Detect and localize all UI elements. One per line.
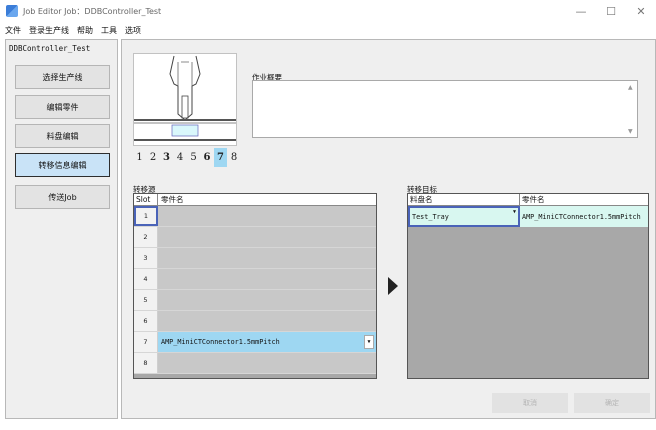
transfer-info-edit-button[interactable]: 转移信息编辑 <box>15 153 110 177</box>
slot-cell[interactable]: 3 <box>134 248 158 268</box>
transfer-arrow-icon <box>388 277 398 295</box>
dropdown-arrow-icon[interactable]: ▼ <box>513 209 516 215</box>
slot-tab-3[interactable]: 3 <box>160 148 173 167</box>
part-name-text: AMP_MiniCTConnector1.5mmPitch <box>161 338 280 346</box>
table-row[interactable]: 8 <box>134 353 376 374</box>
menu-file[interactable]: 文件 <box>5 25 21 36</box>
tray-edit-button[interactable]: 料盘编辑 <box>15 124 110 148</box>
app-icon <box>6 5 18 17</box>
send-job-button[interactable]: 传送Job <box>15 185 110 209</box>
source-table: Slot 零件名 1 2 3 4 5 6 7 AMP_MiniCTConnect… <box>133 193 377 379</box>
part-cell[interactable] <box>158 248 376 268</box>
slot-tab-1[interactable]: 1 <box>133 148 146 167</box>
slot-cell[interactable]: 2 <box>134 227 158 247</box>
table-row[interactable]: 6 <box>134 311 376 332</box>
menu-login-line[interactable]: 登录生产线 <box>29 25 69 36</box>
title-bar: Job Editor Job：DDBController_Test — ☐ ✕ <box>0 0 656 22</box>
part-cell[interactable] <box>158 227 376 247</box>
window-controls: — ☐ ✕ <box>566 0 656 22</box>
maximize-button[interactable]: ☐ <box>596 0 626 22</box>
scroll-up-icon[interactable]: ▲ <box>628 84 652 91</box>
minimize-button[interactable]: — <box>566 0 596 22</box>
table-row[interactable]: 3 <box>134 248 376 269</box>
part-cell[interactable] <box>158 269 376 289</box>
target-table: 料盘名 零件名 Test_Tray ▼ AMP_MiniCTConnector1… <box>407 193 649 379</box>
part-cell[interactable] <box>158 353 376 373</box>
part-cell[interactable] <box>158 206 376 226</box>
target-table-header: 料盘名 零件名 <box>408 194 648 206</box>
feeder-preview <box>133 53 237 146</box>
job-summary-textarea[interactable] <box>252 80 638 138</box>
slot-cell[interactable]: 4 <box>134 269 158 289</box>
select-line-button[interactable]: 选择生产线 <box>15 65 110 89</box>
status-bar <box>0 421 656 430</box>
slot-tab-2[interactable]: 2 <box>147 148 160 167</box>
table-row-selected[interactable]: 7 AMP_MiniCTConnector1.5mmPitch ▼ <box>134 332 376 353</box>
tray-name-text: Test_Tray <box>412 212 449 221</box>
menu-options[interactable]: 选项 <box>125 25 141 36</box>
confirm-button[interactable]: 确定 <box>574 393 650 413</box>
window-title: Job Editor Job：DDBController_Test <box>23 6 162 16</box>
slot-cell[interactable]: 5 <box>134 290 158 310</box>
sidebar: DDBController_Test 选择生产线 编辑零件 料盘编辑 转移信息编… <box>5 39 118 419</box>
edit-parts-button[interactable]: 编辑零件 <box>15 95 110 119</box>
slot-selector: 1 2 3 4 5 6 7 8 <box>133 147 241 168</box>
slot-cell[interactable]: 1 <box>134 206 158 226</box>
slot-tab-8[interactable]: 8 <box>228 148 241 167</box>
tray-cell-dropdown[interactable]: Test_Tray ▼ <box>408 206 520 227</box>
header-tray-name: 料盘名 <box>408 194 520 205</box>
main-panel: 1 2 3 4 5 6 7 8 作业概要 ▲ ▼ 转移源 转移目标 Slot 零… <box>121 39 656 419</box>
feeder-diagram-icon <box>134 55 236 141</box>
slot-cell[interactable]: 8 <box>134 353 158 373</box>
slot-cell[interactable]: 7 <box>134 332 158 352</box>
cancel-button[interactable]: 取消 <box>492 393 568 413</box>
header-part-name: 零件名 <box>522 195 545 204</box>
scroll-down-icon[interactable]: ▼ <box>628 128 652 135</box>
slot-tab-6[interactable]: 6 <box>201 148 214 167</box>
table-row[interactable]: 1 <box>134 206 376 227</box>
slot-tab-5[interactable]: 5 <box>187 148 200 167</box>
part-cell[interactable] <box>158 311 376 331</box>
source-table-header: Slot 零件名 <box>134 194 376 206</box>
sidebar-title: DDBController_Test <box>9 44 91 53</box>
table-row[interactable]: 4 <box>134 269 376 290</box>
close-button[interactable]: ✕ <box>626 0 656 22</box>
dropdown-arrow-icon[interactable]: ▼ <box>364 335 374 349</box>
menu-help[interactable]: 帮助 <box>77 25 93 36</box>
part-cell-dropdown[interactable]: AMP_MiniCTConnector1.5mmPitch ▼ <box>158 332 376 352</box>
part-cell[interactable] <box>158 290 376 310</box>
table-row[interactable]: Test_Tray ▼ AMP_MiniCTConnector1.5mmPitc… <box>408 206 648 227</box>
slot-tab-4[interactable]: 4 <box>174 148 187 167</box>
menu-bar: 文件 登录生产线 帮助 工具 选项 <box>0 22 656 38</box>
header-slot: Slot <box>134 194 158 205</box>
part-cell[interactable]: AMP_MiniCTConnector1.5mmPitch <box>520 206 648 227</box>
table-row[interactable]: 5 <box>134 290 376 311</box>
table-row[interactable]: 2 <box>134 227 376 248</box>
slot-tab-7[interactable]: 7 <box>214 148 227 167</box>
header-part-name: 零件名 <box>161 195 184 204</box>
slot-cell[interactable]: 6 <box>134 311 158 331</box>
menu-tools[interactable]: 工具 <box>101 25 117 36</box>
